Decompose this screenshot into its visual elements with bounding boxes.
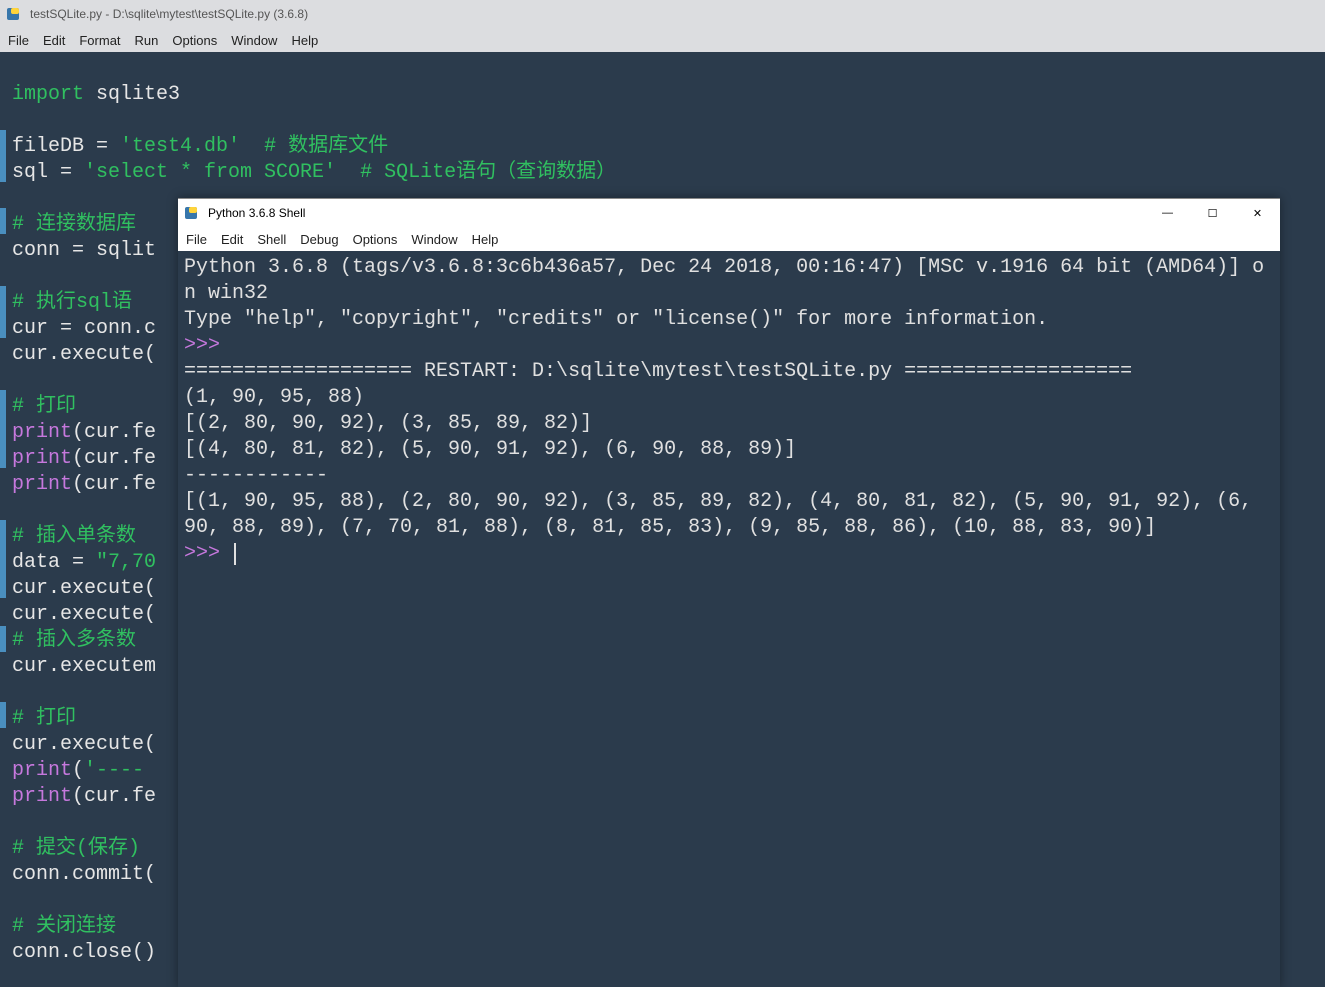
code-text: # 插入多条数 [12, 629, 136, 652]
modified-gutter [0, 626, 6, 652]
code-text: print [12, 421, 72, 444]
code-text: (cur.fe [72, 785, 156, 808]
shell-output: Python 3.6.8 (tags/v3.6.8:3c6b436a57, De… [184, 256, 1264, 305]
shell-menu-shell[interactable]: Shell [257, 232, 286, 247]
code-text: # 提交(保存) [12, 837, 140, 860]
code-text: cur = conn.c [12, 317, 156, 340]
shell-menu-help[interactable]: Help [472, 232, 499, 247]
code-text: ( [72, 759, 84, 782]
code-text: (cur.fe [72, 473, 156, 496]
menu-help[interactable]: Help [291, 33, 318, 48]
code-text: data = [12, 551, 96, 574]
code-text: cur.execute( [12, 577, 156, 600]
modified-gutter [0, 390, 6, 468]
shell-prompt: >>> [184, 542, 232, 565]
code-text: conn.commit( [12, 863, 156, 886]
shell-menu-options[interactable]: Options [353, 232, 398, 247]
shell-title: Python 3.6.8 Shell [206, 206, 1145, 220]
code-text: # 插入单条数 [12, 525, 136, 548]
code-text: cur.execute( [12, 343, 156, 366]
shell-output: Type "help", "copyright", "credits" or "… [184, 308, 1048, 331]
code-text: print [12, 759, 72, 782]
shell-output: [(4, 80, 81, 82), (5, 90, 91, 92), (6, 9… [184, 438, 796, 461]
shell-menu-file[interactable]: File [186, 232, 207, 247]
code-text: # 关闭连接 [12, 915, 116, 938]
code-text: import [12, 83, 84, 106]
editor-title: testSQLite.py - D:\sqlite\mytest\testSQL… [28, 7, 1325, 21]
code-text: conn.close() [12, 941, 156, 964]
shell-menu-debug[interactable]: Debug [300, 232, 338, 247]
code-text: '---- [84, 759, 144, 782]
shell-window: Python 3.6.8 Shell — ☐ ✕ File Edit Shell… [178, 198, 1280, 987]
menu-window[interactable]: Window [231, 33, 277, 48]
code-text: # 执行sql语 [12, 291, 132, 314]
shell-prompt: >>> [184, 334, 232, 357]
code-text: sql = [12, 161, 84, 184]
modified-gutter [0, 208, 6, 234]
code-text: # 数据库文件 [240, 135, 388, 158]
shell-output: (1, 90, 95, 88) [184, 386, 364, 409]
code-text: "7,70 [96, 551, 156, 574]
shell-menu-edit[interactable]: Edit [221, 232, 243, 247]
modified-gutter [0, 520, 6, 598]
code-text: print [12, 785, 72, 808]
shell-output: ------------ [184, 464, 328, 487]
shell-titlebar: Python 3.6.8 Shell — ☐ ✕ [178, 199, 1280, 227]
code-text: print [12, 447, 72, 470]
shell-output: [(2, 80, 90, 92), (3, 85, 89, 82)] [184, 412, 592, 435]
code-text: print [12, 473, 72, 496]
code-text: # 打印 [12, 395, 76, 418]
python-shell-icon [178, 200, 204, 226]
code-text: conn = sqlit [12, 239, 156, 262]
shell-content[interactable]: Python 3.6.8 (tags/v3.6.8:3c6b436a57, De… [178, 251, 1280, 571]
code-text: (cur.fe [72, 421, 156, 444]
minimize-button[interactable]: — [1145, 199, 1190, 227]
code-text: cur.executem [12, 655, 156, 678]
code-text: 'test4.db' [120, 135, 240, 158]
modified-gutter [0, 286, 6, 338]
menu-file[interactable]: File [8, 33, 29, 48]
code-text: (cur.fe [72, 447, 156, 470]
python-file-icon [0, 1, 26, 27]
editor-menubar: File Edit Format Run Options Window Help [0, 28, 1325, 52]
menu-run[interactable]: Run [135, 33, 159, 48]
shell-menu-window[interactable]: Window [411, 232, 457, 247]
menu-format[interactable]: Format [79, 33, 120, 48]
editor-titlebar: testSQLite.py - D:\sqlite\mytest\testSQL… [0, 0, 1325, 28]
code-text: sqlite3 [84, 83, 180, 106]
menu-options[interactable]: Options [172, 33, 217, 48]
code-text: fileDB = [12, 135, 120, 158]
modified-gutter [0, 702, 6, 728]
code-text: # 连接数据库 [12, 213, 136, 236]
shell-menubar: File Edit Shell Debug Options Window Hel… [178, 227, 1280, 251]
code-text: 'select * from SCORE' [84, 161, 336, 184]
modified-gutter [0, 130, 6, 182]
code-text: cur.execute( [12, 603, 156, 626]
code-text: cur.execute( [12, 733, 156, 756]
code-text: # SQLite语句（查询数据） [336, 161, 616, 184]
code-text: # 打印 [12, 707, 76, 730]
shell-output: [(1, 90, 95, 88), (2, 80, 90, 92), (3, 8… [184, 490, 1264, 539]
shell-output: =================== RESTART: D:\sqlite\m… [184, 360, 1132, 383]
menu-edit[interactable]: Edit [43, 33, 65, 48]
close-button[interactable]: ✕ [1235, 199, 1280, 227]
text-cursor [234, 543, 236, 565]
maximize-button[interactable]: ☐ [1190, 199, 1235, 227]
